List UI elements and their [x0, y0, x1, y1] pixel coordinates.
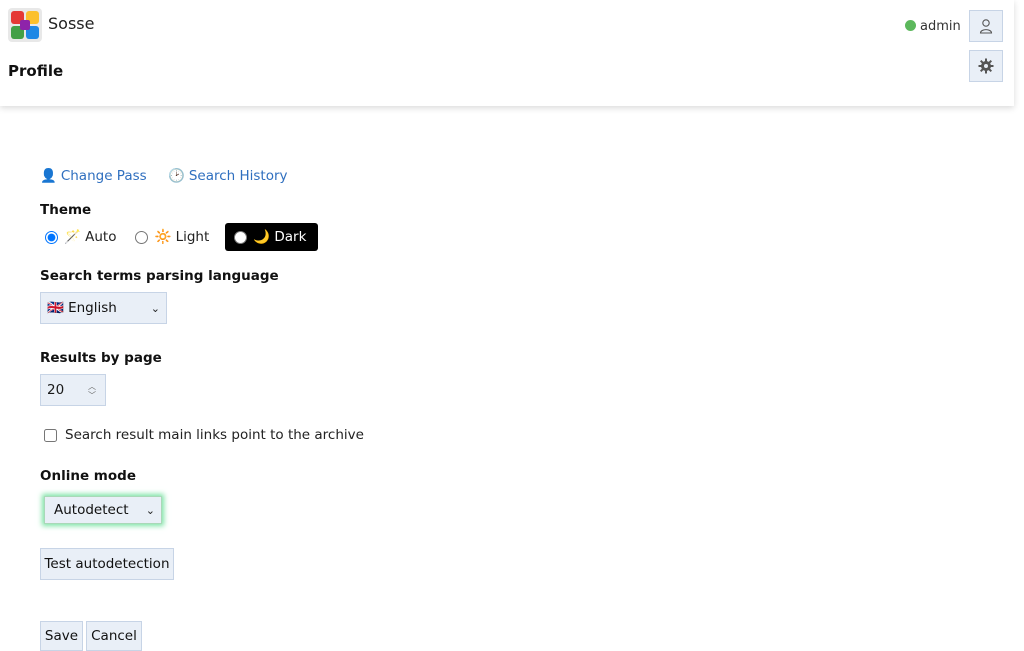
clock-icon: 🕑	[168, 168, 185, 184]
sun-icon: 🔆	[154, 229, 172, 245]
user-icon: 👤	[40, 168, 57, 184]
top-header: Sosse Profile admin	[0, 0, 1014, 106]
results-per-page-input[interactable]: 20 ︿ ﹀	[40, 374, 106, 406]
theme-option-dark[interactable]: 🌙 Dark	[225, 223, 319, 251]
test-autodetection-button[interactable]: Test autodetection	[40, 548, 174, 580]
save-button[interactable]: Save	[40, 621, 83, 651]
username-label: admin	[920, 19, 961, 34]
user-menu-button[interactable]	[969, 10, 1003, 42]
settings-button[interactable]	[969, 50, 1003, 82]
cancel-button[interactable]: Cancel	[86, 621, 142, 651]
theme-light-label: Light	[175, 229, 210, 245]
gear-icon	[978, 58, 994, 74]
magic-wand-icon: 🪄	[64, 229, 81, 245]
user-icon	[979, 19, 993, 34]
search-history-link[interactable]: 🕑 Search History	[168, 168, 288, 184]
app-title[interactable]: Sosse	[48, 14, 94, 33]
theme-option-light[interactable]: 🔆 Light	[130, 229, 209, 245]
chevron-down-icon: ⌄	[145, 503, 155, 517]
results-by-page-label: Results by page	[40, 350, 162, 366]
spinner-down-icon[interactable]: ﹀	[88, 391, 96, 400]
change-pass-label: Change Pass	[60, 168, 147, 184]
chevron-down-icon: ⌄	[150, 301, 160, 315]
archive-links-label: Search result main links point to the ar…	[65, 427, 364, 443]
spinner-up-icon[interactable]: ︿	[88, 382, 96, 391]
theme-radio-auto[interactable]	[45, 230, 58, 244]
theme-auto-label: Auto	[85, 229, 117, 245]
page-title: Profile	[8, 62, 64, 80]
results-per-page-value: 20	[47, 382, 65, 398]
search-history-label: Search History	[188, 168, 288, 184]
theme-dark-label: Dark	[274, 229, 307, 245]
theme-option-auto[interactable]: 🪄 Auto	[40, 229, 116, 245]
sosse-logo[interactable]	[8, 8, 42, 42]
number-spinner[interactable]: ︿ ﹀	[87, 382, 97, 400]
online-mode-selected-value: Autodetect	[54, 502, 129, 518]
change-pass-link[interactable]: 👤 Change Pass	[40, 168, 147, 184]
language-selected-value: 🇬🇧 English	[47, 300, 117, 316]
archive-links-checkbox[interactable]	[44, 428, 57, 442]
language-select[interactable]: 🇬🇧 English ⌄	[40, 292, 167, 324]
theme-radio-dark[interactable]	[234, 230, 248, 244]
archive-links-option[interactable]: Search result main links point to the ar…	[44, 427, 364, 443]
online-mode-label: Online mode	[40, 468, 136, 484]
online-status-indicator	[905, 20, 916, 31]
theme-radio-light[interactable]	[135, 230, 149, 244]
theme-radio-group: 🪄 Auto 🔆 Light 🌙 Dark	[40, 223, 319, 251]
moon-icon: 🌙	[253, 229, 271, 245]
theme-label: Theme	[40, 202, 92, 218]
language-label: Search terms parsing language	[40, 268, 279, 284]
online-mode-select[interactable]: Autodetect ⌄	[44, 496, 162, 524]
